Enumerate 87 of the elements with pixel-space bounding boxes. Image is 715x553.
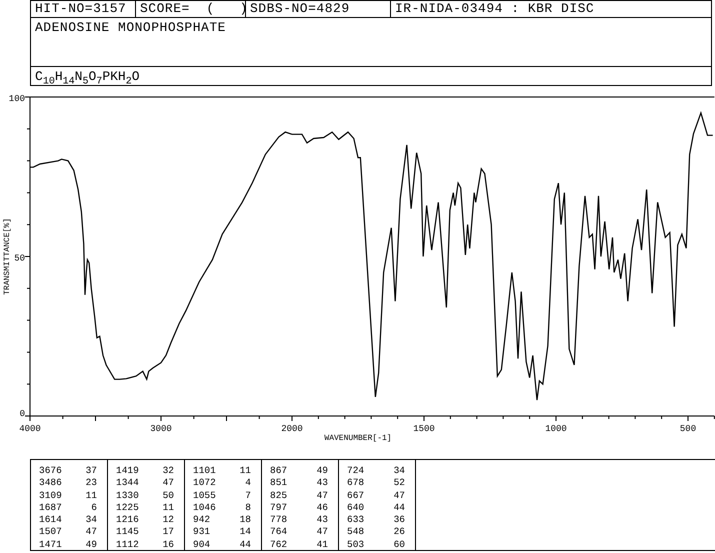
hit-number: HIT-NO=3157 [31, 1, 136, 17]
table-cell: 764 [270, 526, 288, 539]
y-tick-label: 0 [20, 409, 25, 419]
table-cell: 942 [193, 514, 210, 526]
table-cell: 47 [316, 526, 328, 539]
table-cell: 640 [347, 502, 364, 514]
table-cell: 503 [347, 538, 364, 552]
table-cell: 47 [316, 490, 328, 502]
table-cell: 778 [270, 514, 288, 526]
table-cell: 762 [270, 538, 288, 552]
x-tick-label: 1000 [545, 424, 567, 434]
table-cell: 11 [240, 465, 251, 478]
table-cell: 8 [245, 502, 251, 514]
table-cell: 14 [240, 526, 251, 539]
table-cell: 47 [394, 490, 405, 502]
table-cell: 43 [316, 477, 328, 490]
table-cell: 37 [86, 465, 97, 478]
table-cell: 12 [162, 514, 174, 526]
table-cell: 797 [270, 502, 288, 514]
x-tick-label: 500 [680, 424, 696, 434]
table-cell: 18 [240, 514, 251, 526]
y-tick-label: 50 [14, 254, 25, 264]
table-cell: 1419 [116, 465, 139, 478]
table-cell: 931 [193, 526, 210, 539]
table-cell: 1101 [193, 465, 216, 478]
table-cell: 825 [270, 490, 288, 502]
table-cell: 3109 [39, 490, 62, 502]
x-tick-label: 3000 [150, 424, 172, 434]
table-cell: 1072 [193, 477, 216, 490]
table-cell: 36 [394, 514, 405, 526]
table-cell: 1614 [39, 514, 62, 526]
table-cell: 724 [347, 465, 364, 478]
x-axis-label: WAVENUMBER[-1] [324, 434, 392, 443]
table-cell: 26 [394, 526, 405, 539]
table-cell: 3676 [39, 465, 62, 478]
table-cell: 41 [316, 538, 328, 552]
table-cell: 1507 [39, 526, 62, 539]
table-cell: 52 [394, 477, 405, 490]
table-cell: 49 [316, 465, 328, 478]
table-cell: 4 [245, 477, 251, 490]
table-cell: 44 [394, 502, 405, 514]
table-cell: 1471 [39, 538, 62, 552]
table-cell: 60 [394, 538, 405, 552]
table-cell: 904 [193, 538, 210, 552]
table-cell: 1330 [116, 490, 139, 502]
molecular-formula: C$_{10}$H$_{14}$N$_{5}$O$_{7}$PKH$_{2}$O [34, 69, 140, 85]
table-cell: 11 [162, 502, 174, 514]
table-cell: 47 [162, 477, 174, 490]
table-cell: 23 [86, 477, 97, 490]
table-cell: 1145 [116, 526, 139, 539]
table-cell: 1046 [193, 502, 216, 514]
table-cell: 7 [245, 490, 251, 502]
table-cell: 11 [86, 490, 97, 502]
table-cell: 1225 [116, 502, 139, 514]
method-label: IR-NIDA-03494 : KBR DISC [394, 1, 596, 17]
table-cell: 633 [347, 514, 364, 526]
table-cell: 6 [91, 502, 97, 514]
table-cell: 43 [316, 514, 328, 526]
table-cell: 1112 [116, 538, 139, 552]
table-cell: 1216 [116, 514, 139, 526]
score-label: SCORE= ( ) [136, 1, 246, 17]
table-cell: 548 [347, 526, 364, 539]
table-cell: 47 [86, 526, 97, 539]
table-cell: 44 [240, 538, 251, 552]
table-cell: 50 [162, 490, 174, 502]
x-tick-label: 4000 [19, 424, 41, 434]
table-cell: 678 [347, 477, 364, 490]
table-cell: 1055 [193, 490, 216, 502]
table-cell: 867 [270, 465, 288, 478]
y-tick-label: 100 [8, 94, 25, 104]
table-cell: 851 [270, 477, 288, 490]
table-cell: 16 [162, 538, 174, 552]
table-cell: 667 [347, 490, 364, 502]
compound-name: ADENOSINE MONOPHOSPHATE [34, 20, 226, 36]
table-cell: 1687 [39, 502, 62, 514]
table-cell: 3486 [39, 477, 62, 490]
table-cell: 46 [316, 502, 328, 514]
y-axis-label: TRANSMITTANCE[%] [3, 218, 12, 295]
table-cell: 34 [394, 465, 405, 478]
table-cell: 49 [86, 538, 97, 552]
x-tick-label: 2000 [281, 424, 303, 434]
table-cell: 17 [162, 526, 174, 539]
x-tick-label: 1500 [413, 424, 435, 434]
table-cell: 1344 [116, 477, 139, 490]
table-cell: 34 [86, 514, 97, 526]
sdbs-number: SDBS-NO=4829 [246, 1, 391, 17]
table-cell: 32 [162, 465, 174, 478]
